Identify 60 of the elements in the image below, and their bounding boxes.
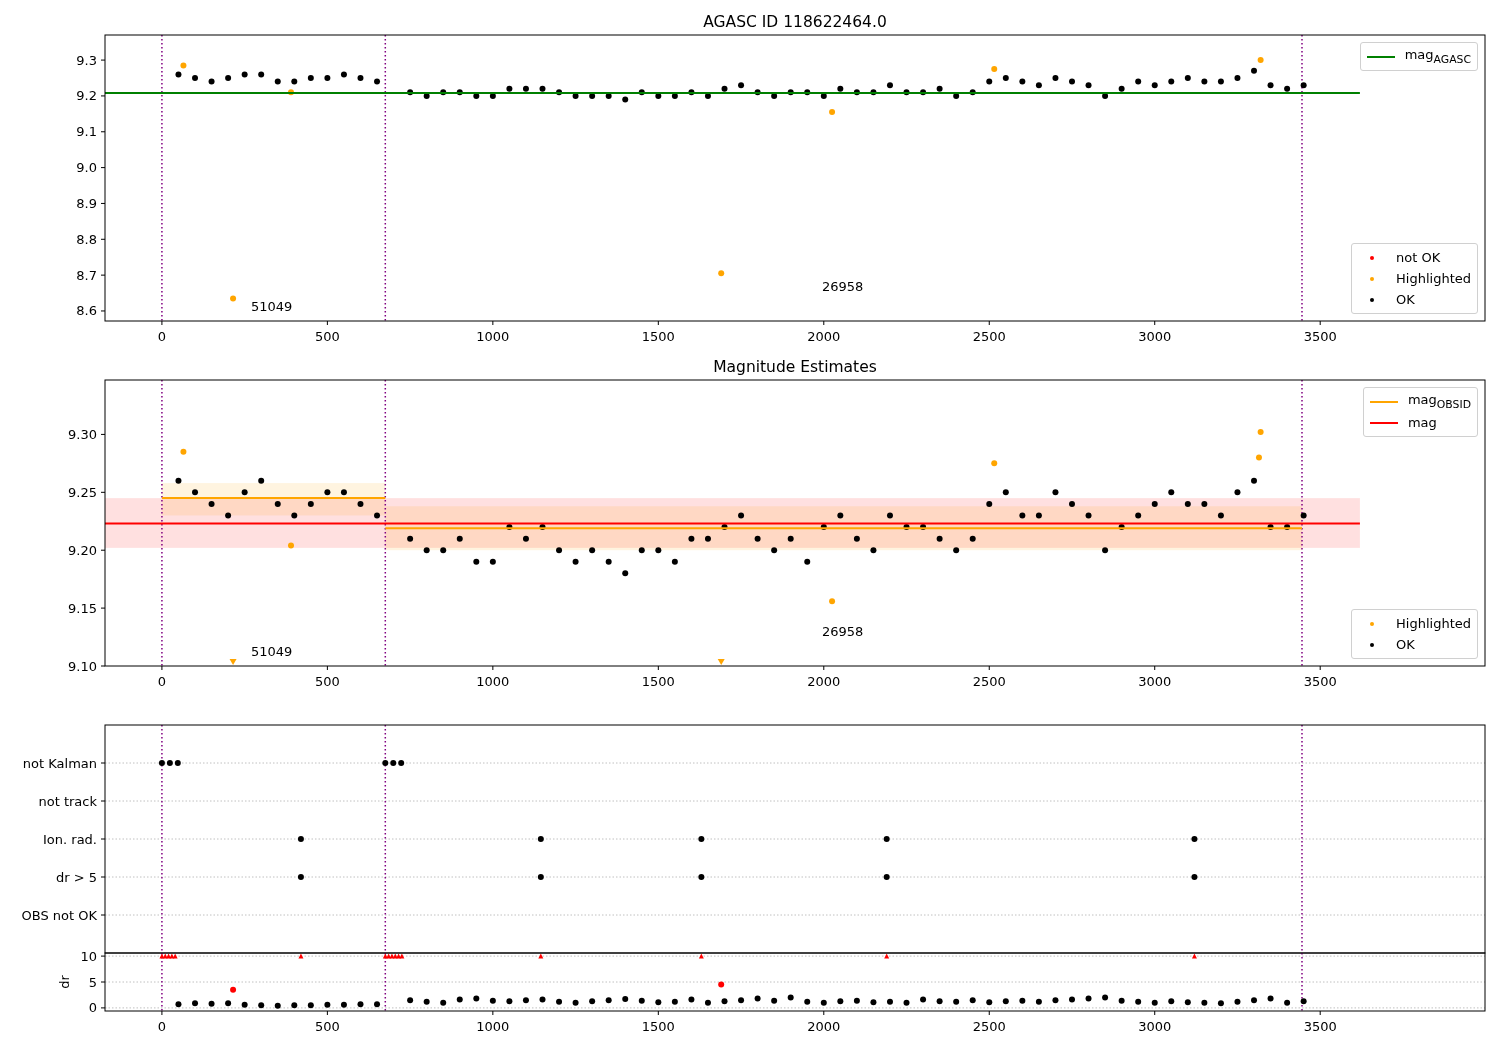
- tick-label: 9.3: [76, 52, 97, 68]
- tick-label: 1000: [476, 674, 510, 689]
- legend-label: Highlighted: [1396, 271, 1471, 286]
- tick-label: 9.10: [68, 658, 97, 674]
- tick-label: dr > 5: [55, 869, 97, 885]
- annotation-label: 51049: [251, 644, 293, 659]
- tick-label: 10: [80, 948, 97, 964]
- tick-label: 2000: [807, 1019, 841, 1034]
- tick-label: not track: [38, 793, 97, 809]
- tick-label: 9.2: [76, 88, 97, 104]
- tick-label: 3500: [1303, 329, 1337, 344]
- tick-label: 2000: [807, 329, 841, 344]
- tick-label: 2000: [807, 674, 841, 689]
- tick-label: 3000: [1138, 329, 1172, 344]
- tick-label: 9.20: [68, 542, 97, 558]
- legend-label: OK: [1396, 292, 1415, 307]
- legend-label: mag$_{OBSID}$: [1407, 392, 1471, 411]
- tick-label: 0: [157, 329, 167, 344]
- tick-label: 0: [157, 1019, 167, 1034]
- chart-title: Magnitude Estimates: [713, 358, 877, 376]
- tick-label: 0: [157, 674, 167, 689]
- tick-label: 0: [88, 1000, 97, 1016]
- tick-label: not Kalman: [22, 755, 97, 771]
- tick-label: 3000: [1138, 1019, 1172, 1034]
- tick-label: 8.8: [76, 231, 97, 247]
- tick-label: 9.15: [68, 600, 97, 616]
- tick-label: 1500: [641, 674, 675, 689]
- tick-label: 8.6: [76, 303, 97, 319]
- tick-label: 2500: [972, 329, 1006, 344]
- tick-label: 3000: [1138, 674, 1172, 689]
- tick-label: 8.7: [76, 267, 97, 283]
- legend-label: Highlighted: [1396, 616, 1471, 631]
- legend-label: not OK: [1396, 250, 1441, 265]
- chart-title: AGASC ID 118622464.0: [703, 13, 887, 31]
- tick-label: 9.30: [68, 426, 97, 442]
- tick-label: 500: [314, 674, 340, 689]
- annotation-label: 26958: [822, 279, 864, 294]
- tick-label: 1000: [476, 1019, 510, 1034]
- tick-label: 1500: [641, 1019, 675, 1034]
- legend-label: mag$_{AGASC}$: [1404, 47, 1471, 66]
- tick-label: 9.25: [68, 484, 97, 500]
- tick-label: 9.1: [76, 124, 97, 140]
- tick-label: 5: [88, 974, 97, 990]
- annotation-label: 26958: [822, 624, 864, 639]
- tick-label: OBS not OK: [21, 907, 97, 923]
- legend-label: mag: [1407, 415, 1437, 430]
- tick-label: 1500: [641, 329, 675, 344]
- tick-label: 2500: [972, 674, 1006, 689]
- legend-label: OK: [1396, 637, 1415, 652]
- tick-label: 3500: [1303, 1019, 1337, 1034]
- tick-label: 3500: [1303, 674, 1337, 689]
- axis-label: dr: [57, 975, 72, 989]
- annotation-label: 51049: [251, 299, 293, 314]
- tick-label: 1000: [476, 329, 510, 344]
- tick-label: 9.0: [76, 160, 97, 176]
- tick-label: Ion. rad.: [43, 831, 97, 847]
- tick-label: 2500: [972, 1019, 1006, 1034]
- tick-label: 500: [314, 1019, 340, 1034]
- tick-label: 8.9: [76, 195, 97, 211]
- tick-label: 500: [314, 329, 340, 344]
